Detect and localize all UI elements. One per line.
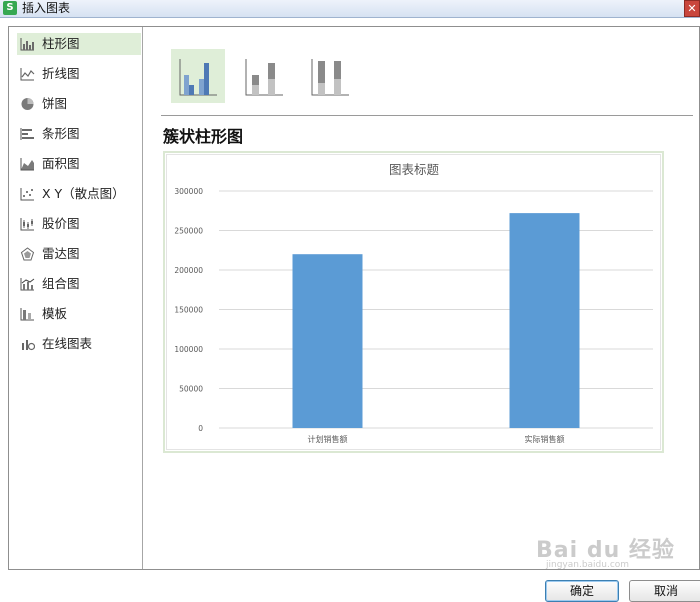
- area-chart-icon: [20, 158, 34, 171]
- sidebar-item-template[interactable]: 模板: [17, 303, 141, 325]
- sidebar-item-scatter[interactable]: X Y（散点图）: [17, 183, 141, 205]
- subtype-percent-stacked-column[interactable]: [303, 49, 357, 103]
- chart-preview-frame: 图表标题 0 50000 100000 150000 200000 250000 30000…: [166, 154, 661, 450]
- chart-subtype-heading: 簇状柱形图: [163, 127, 244, 146]
- chart-type-sidebar: 柱形图 折线图 饼图 条形图 面积图 X Y（散点图） 股价图 雷达图 组合图 …: [9, 27, 143, 569]
- y-tick-label: 150000: [174, 306, 203, 315]
- column-chart-icon: [20, 38, 34, 51]
- sidebar-item-label: 在线图表: [42, 336, 93, 351]
- sidebar-item-label: 柱形图: [42, 36, 80, 51]
- percent-stacked-column-icon: [311, 59, 349, 96]
- sidebar-item-combo[interactable]: 组合图: [17, 273, 141, 295]
- bar: [509, 213, 580, 428]
- sidebar-item-bar[interactable]: 条形图: [17, 123, 141, 145]
- app-icon: S: [3, 1, 17, 15]
- y-tick-label: 200000: [174, 266, 203, 275]
- baidu-jingyan-watermark: Bai du 经验 jingyan.baidu.com: [536, 532, 675, 570]
- y-tick-label: 0: [198, 424, 203, 433]
- y-tick-label: 300000: [174, 187, 203, 196]
- chart-title: 图表标题: [389, 162, 440, 177]
- line-chart-icon: [20, 68, 35, 81]
- sidebar-item-label: 模板: [42, 306, 68, 321]
- sidebar-item-label: 股价图: [42, 216, 80, 231]
- bar-chart-icon: [20, 128, 34, 140]
- radar-chart-icon: [20, 247, 35, 261]
- cancel-button[interactable]: 取消: [629, 580, 700, 602]
- y-tick-label: 100000: [174, 345, 203, 354]
- chart-content-panel: 簇状柱形图 图表标题 0 50000 100000 150000 200000 25000…: [143, 27, 699, 569]
- chart-preview[interactable]: 图表标题 0 50000 100000 150000 200000 250000 30000…: [163, 151, 664, 453]
- insert-chart-dialog: 柱形图 折线图 饼图 条形图 面积图 X Y（散点图） 股价图 雷达图 组合图 …: [8, 26, 700, 570]
- pie-chart-icon: [21, 98, 34, 110]
- sidebar-item-pie[interactable]: 饼图: [17, 93, 141, 115]
- x-tick-label: 实际销售额: [525, 434, 565, 444]
- x-tick-label: 计划销售额: [308, 434, 348, 444]
- y-tick-label: 50000: [179, 385, 203, 394]
- sidebar-item-line[interactable]: 折线图: [17, 63, 141, 85]
- sidebar-item-label: 条形图: [42, 126, 80, 141]
- window-title: 插入图表: [22, 1, 71, 15]
- sidebar-item-label: 饼图: [42, 96, 68, 111]
- column-chart: 图表标题 0 50000 100000 150000 200000 250000 30000…: [174, 162, 653, 444]
- sidebar-item-area[interactable]: 面积图: [17, 153, 141, 175]
- sidebar-item-online-chart[interactable]: 在线图表: [17, 333, 141, 355]
- sidebar-item-radar[interactable]: 雷达图: [17, 243, 141, 265]
- ok-button[interactable]: 确定: [545, 580, 619, 602]
- subtype-clustered-column[interactable]: [171, 49, 225, 103]
- sidebar-item-label: 雷达图: [42, 246, 80, 261]
- sidebar-item-label: 折线图: [42, 66, 80, 81]
- clustered-column-icon: [179, 59, 217, 96]
- combo-chart-icon: [20, 278, 35, 291]
- scatter-chart-icon: [20, 188, 34, 201]
- sidebar-item-column[interactable]: 柱形图: [17, 33, 141, 55]
- divider: [161, 115, 693, 116]
- subtype-stacked-column[interactable]: [237, 49, 291, 103]
- sidebar-item-label: 面积图: [42, 156, 80, 171]
- y-tick-label: 250000: [174, 227, 203, 236]
- stacked-column-icon: [245, 59, 283, 96]
- sidebar-item-label: X Y（散点图）: [42, 186, 125, 201]
- bar: [292, 254, 363, 428]
- sidebar-item-label: 组合图: [42, 276, 80, 291]
- close-button[interactable]: ✕: [684, 0, 700, 17]
- title-bar: S 插入图表 ✕: [0, 0, 700, 18]
- sidebar-item-stock[interactable]: 股价图: [17, 213, 141, 235]
- template-icon: [20, 308, 34, 321]
- online-chart-icon: [22, 340, 35, 351]
- stock-chart-icon: [20, 218, 34, 231]
